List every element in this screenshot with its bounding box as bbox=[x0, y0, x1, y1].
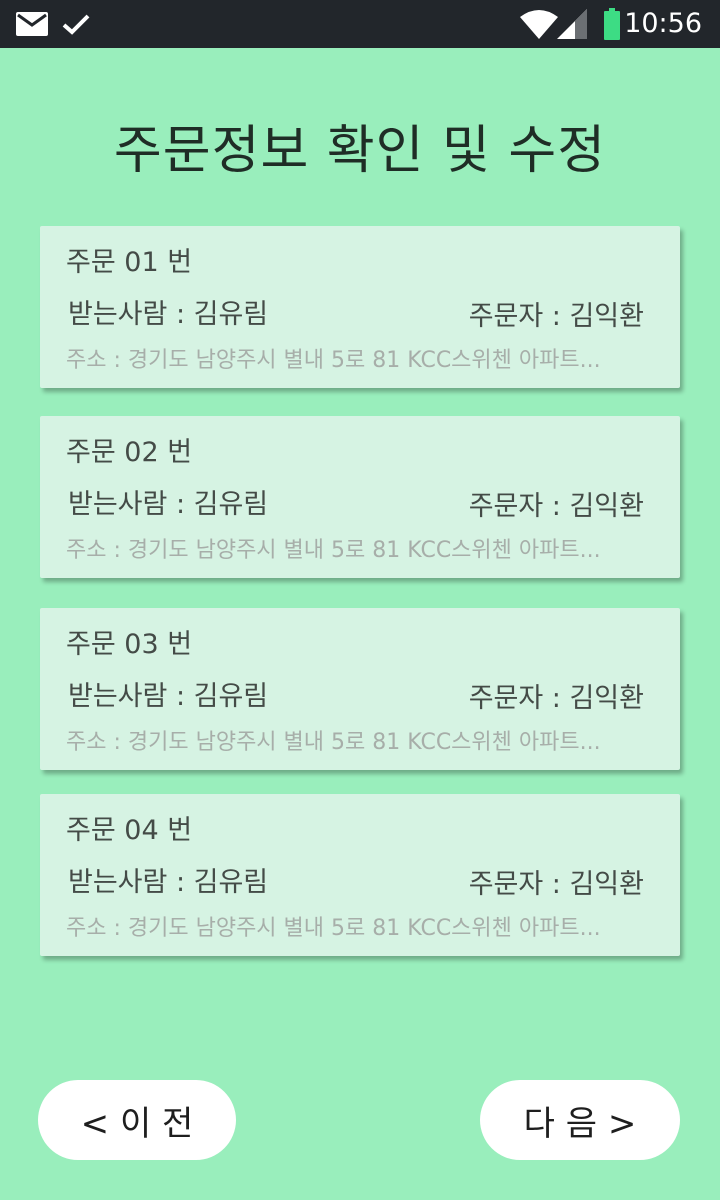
recipient-label: 받는사람 : 김유림 bbox=[68, 299, 269, 330]
recipient-label: 받는사람 : 김유림 bbox=[68, 867, 269, 898]
recipient-label: 받는사람 : 김유림 bbox=[68, 489, 269, 520]
orderer-label: 주문자 : 김익환 bbox=[468, 301, 644, 332]
order-number: 주문 03 번 bbox=[66, 629, 193, 660]
address-text: 주소 : 경기도 남양주시 별내 5로 81 KCC스위첸 아파트... bbox=[66, 348, 601, 373]
recipient-label: 받는사람 : 김유림 bbox=[68, 681, 269, 712]
page-title: 주문정보 확인 및 수정 bbox=[113, 121, 607, 181]
order-number: 주문 02 번 bbox=[66, 437, 193, 468]
orderer-label: 주문자 : 김익환 bbox=[468, 491, 644, 522]
signal-icon bbox=[557, 0, 587, 48]
order-number: 주문 04 번 bbox=[66, 815, 193, 846]
address-text: 주소 : 경기도 남양주시 별내 5로 81 KCC스위첸 아파트... bbox=[66, 916, 601, 941]
status-time: 10:56 bbox=[624, 8, 702, 39]
order-card-03[interactable]: 주문 03 번 받는사람 : 김유림 주문자 : 김익환 주소 : 경기도 남양… bbox=[40, 608, 680, 770]
order-card-02[interactable]: 주문 02 번 받는사람 : 김유림 주문자 : 김익환 주소 : 경기도 남양… bbox=[40, 416, 680, 578]
next-button[interactable]: 다 음 > bbox=[480, 1080, 680, 1160]
order-card-04[interactable]: 주문 04 번 받는사람 : 김유림 주문자 : 김익환 주소 : 경기도 남양… bbox=[40, 794, 680, 956]
order-card-01[interactable]: 주문 01 번 받는사람 : 김유림 주문자 : 김익환 주소 : 경기도 남양… bbox=[40, 226, 680, 388]
status-bar: 10:56 bbox=[0, 0, 720, 48]
prev-button[interactable]: < 이 전 bbox=[38, 1080, 236, 1160]
orderer-label: 주문자 : 김익환 bbox=[468, 683, 644, 714]
check-icon bbox=[62, 0, 90, 48]
order-number: 주문 01 번 bbox=[66, 247, 193, 278]
address-text: 주소 : 경기도 남양주시 별내 5로 81 KCC스위첸 아파트... bbox=[66, 730, 601, 755]
address-text: 주소 : 경기도 남양주시 별내 5로 81 KCC스위첸 아파트... bbox=[66, 538, 601, 563]
wifi-icon bbox=[520, 0, 558, 48]
mail-icon bbox=[16, 0, 48, 48]
battery-icon bbox=[604, 0, 620, 48]
orderer-label: 주문자 : 김익환 bbox=[468, 869, 644, 900]
